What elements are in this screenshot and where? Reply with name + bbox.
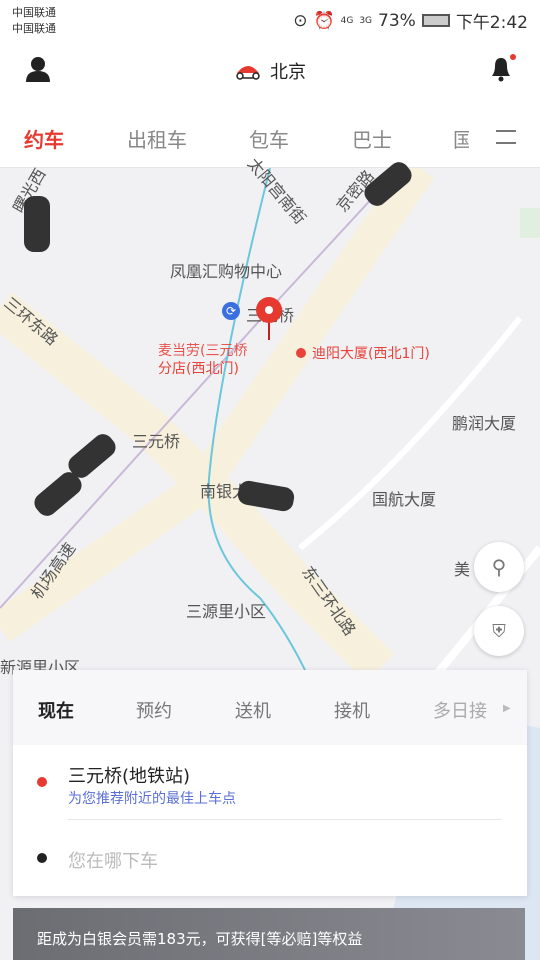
menu-icon[interactable] [496, 130, 516, 144]
clock: 下午2:42 [455, 13, 528, 33]
chevron-right-icon[interactable]: ▶ [503, 703, 511, 714]
city-selector[interactable]: 北京 [234, 58, 306, 84]
bell-icon[interactable] [488, 54, 518, 82]
tab-taxi[interactable]: 出租车 [127, 124, 187, 153]
map-label: 凤凰汇购物中心 [170, 262, 283, 281]
tab-bus[interactable]: 巴士 [352, 124, 392, 153]
membership-banner[interactable]: 距成为白银会员需183元，可获得[等必赔]等权益 [13, 908, 525, 960]
battery-icon [421, 14, 450, 27]
divider [68, 819, 502, 820]
dropoff-dot-icon [37, 853, 47, 863]
carrier-1: 中国联通 [12, 6, 56, 19]
location-icon: ⊙ [293, 10, 308, 31]
pickup-pin-icon[interactable] [255, 296, 283, 340]
tab-yueche[interactable]: 约车 [24, 124, 64, 153]
battery-percent: 73% [378, 10, 416, 31]
pickup-field[interactable]: 三元桥(地铁站) [68, 762, 190, 788]
pickup-hint: 为您推荐附近的最佳上车点 [68, 791, 236, 807]
signal-icon: 3G [359, 15, 373, 26]
header: 北京 [0, 38, 540, 100]
poi-label: 分店(西北门) [158, 361, 239, 377]
car-logo-icon [236, 66, 260, 80]
poi-dot-icon [296, 348, 306, 358]
tab-international[interactable]: 国 [453, 124, 469, 153]
mode-dropoff-airport[interactable]: 送机 [235, 697, 271, 723]
shield-icon: ⛨ [492, 620, 506, 642]
safety-button[interactable]: ⛨ [474, 606, 524, 656]
pickup-dot-icon [37, 777, 47, 787]
poi-label: 麦当劳(三元桥 [158, 343, 248, 359]
map-label: 三元桥 [132, 432, 181, 451]
map-label: 国航大厦 [372, 490, 437, 509]
mode-now[interactable]: 现在 [38, 697, 74, 723]
dropoff-input[interactable]: 您在哪下车 [68, 847, 158, 873]
poi-label: 迪阳大厦(西北1门) [312, 346, 430, 362]
mode-tabs: 现在 预约 送机 接机 多日接 ▶ [13, 670, 527, 745]
booking-card: 现在 预约 送机 接机 多日接 ▶ 三元桥(地铁站) 为您推荐附近的最佳上车点 … [13, 670, 527, 896]
alarm-icon: ⏰ [313, 10, 335, 31]
mode-multiday[interactable]: 多日接 [433, 697, 487, 723]
map-label: 鹏润大厦 [452, 414, 517, 433]
mode-reserve[interactable]: 预约 [136, 697, 172, 723]
location-pin-icon: ⚲ [491, 555, 507, 579]
subway-icon: ⟳ [222, 302, 240, 320]
tab-charter[interactable]: 包车 [249, 124, 289, 153]
mode-pickup-airport[interactable]: 接机 [334, 697, 370, 723]
service-tabs: 约车 出租车 包车 巴士 国 [0, 100, 540, 168]
locate-button[interactable]: ⚲ [474, 542, 524, 592]
city-name: 北京 [270, 62, 306, 83]
map-label: 三源里小区 [186, 602, 267, 621]
map-label: 美 [454, 560, 471, 579]
status-bar: 中国联通 中国联通 ⊙ ⏰ 4G 3G 73% 下午2:42 [0, 0, 540, 38]
poi-dest[interactable]: 迪阳大厦(西北1门) [296, 343, 430, 363]
car-icon [24, 196, 50, 252]
user-icon[interactable] [26, 56, 50, 82]
signal-icon: 4G [340, 15, 354, 26]
carrier-2: 中国联通 [12, 22, 56, 35]
